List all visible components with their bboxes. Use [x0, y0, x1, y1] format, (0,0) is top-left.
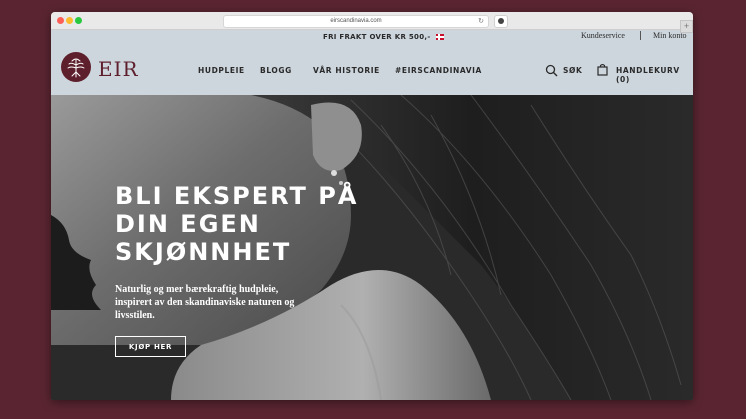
hero-headline-line-1: BLI EKSPERT PÅ: [115, 182, 359, 210]
norway-flag-icon: [436, 34, 445, 40]
hero-headline: BLI EKSPERT PÅ DIN EGEN SKJØNNHET: [115, 182, 415, 266]
shop-now-button[interactable]: KJØP HER: [115, 336, 186, 357]
hero-banner: BLI EKSPERT PÅ DIN EGEN SKJØNNHET Naturl…: [51, 95, 693, 400]
hero-subtext-line-1: Naturlig og mer bærekraftig hudpleie,: [115, 284, 279, 295]
search-icon[interactable]: [545, 64, 558, 82]
minimize-window-icon[interactable]: [66, 17, 73, 24]
customer-service-link[interactable]: Kundeservice: [581, 31, 625, 40]
download-icon: [498, 18, 504, 24]
hero-headline-line-3: SKJØNNHET: [115, 238, 292, 266]
nav-item-eirscandinavia[interactable]: #EIRSCANDINAVIA: [395, 66, 482, 75]
browser-chrome: eirscandinavia.com ↻ +: [51, 12, 693, 33]
promo-message: FRI FRAKT OVER KR 500,-: [323, 33, 431, 41]
download-button[interactable]: [494, 15, 508, 28]
address-bar-url: eirscandinavia.com: [330, 18, 382, 24]
logo-emblem-icon[interactable]: [61, 52, 91, 82]
address-bar[interactable]: eirscandinavia.com ↻: [223, 15, 489, 28]
reload-icon[interactable]: ↻: [478, 16, 484, 27]
hero-subtext-line-2: inspirert av den skandinaviske naturen o…: [115, 297, 295, 308]
my-account-link[interactable]: Min konto: [653, 31, 687, 40]
hero-subtext: Naturlig og mer bærekraftig hudpleie, in…: [115, 283, 315, 322]
nav-item-hudpleie[interactable]: HUDPLEIE: [198, 66, 245, 75]
browser-window: eirscandinavia.com ↻ + FRI FRAKT OVER KR…: [51, 12, 693, 400]
close-window-icon[interactable]: [57, 17, 64, 24]
search-button[interactable]: SØK: [563, 66, 582, 75]
nav-item-blogg[interactable]: BLOGG: [260, 66, 292, 75]
cart-button[interactable]: HANDLEKURV (0): [616, 66, 693, 84]
hero-subtext-line-3: livsstilen.: [115, 310, 155, 321]
hero-headline-line-2: DIN EGEN: [115, 210, 261, 238]
shopping-bag-icon[interactable]: [597, 63, 608, 81]
nav-item-var-historie[interactable]: VÅR HISTORIE: [313, 66, 380, 75]
maximize-window-icon[interactable]: [75, 17, 82, 24]
promo-text: FRI FRAKT OVER KR 500,-: [323, 33, 445, 41]
logo-wordmark[interactable]: EIR: [98, 57, 139, 81]
toplink-divider: [640, 31, 641, 40]
